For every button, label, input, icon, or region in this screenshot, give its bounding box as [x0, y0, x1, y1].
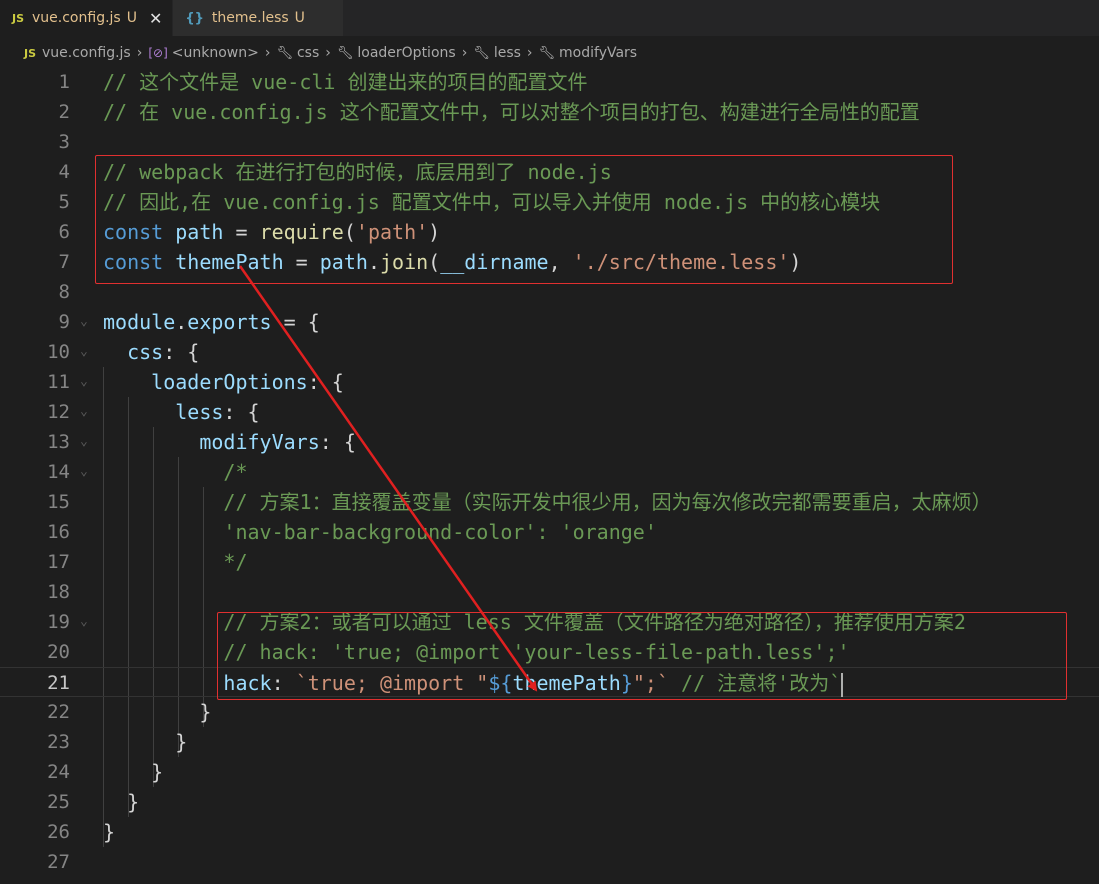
annotation-arrow: [238, 265, 538, 692]
